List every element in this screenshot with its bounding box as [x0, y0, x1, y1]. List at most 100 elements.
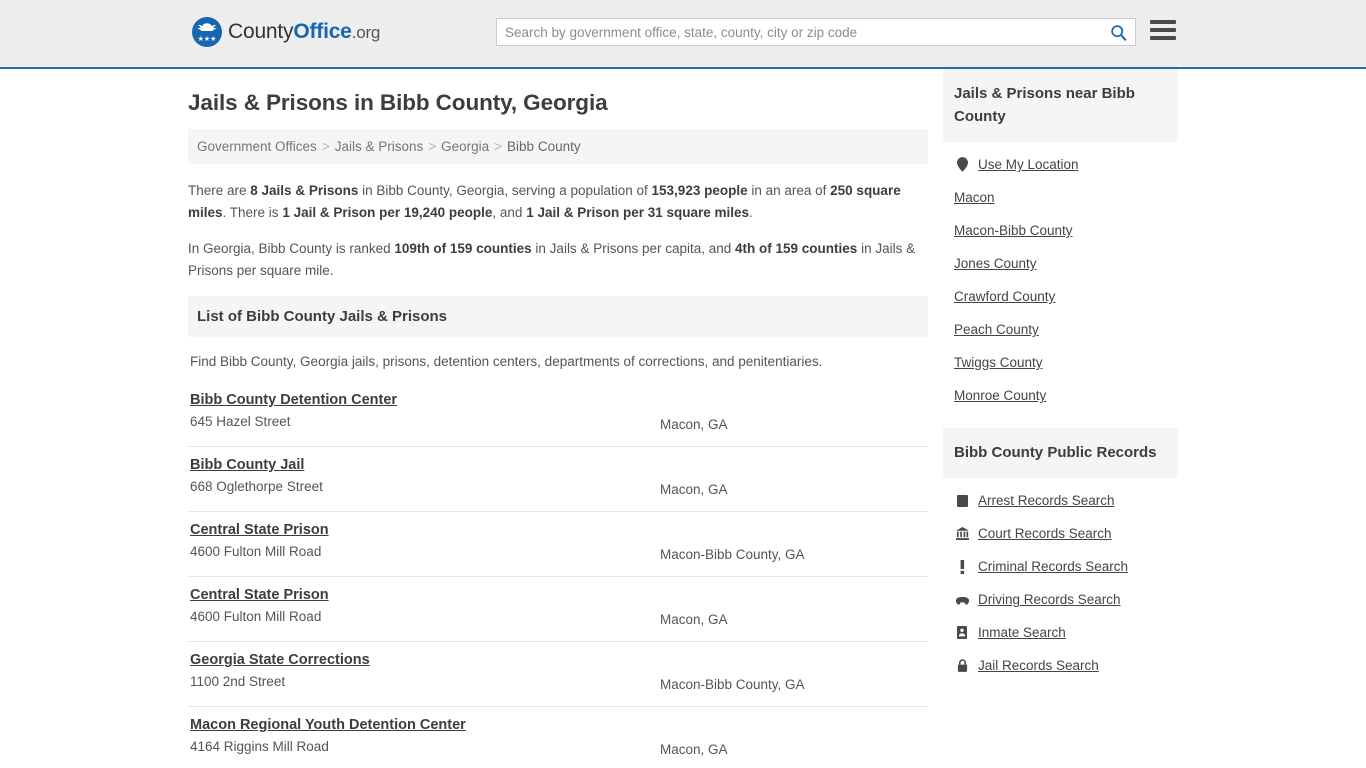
listing-name-link[interactable]: Macon Regional Youth Detention Center	[190, 717, 466, 733]
listing-address: 4600 Fulton Mill Road	[190, 609, 322, 624]
listing-address: 668 Oglethorpe Street	[190, 479, 323, 494]
listing-city: Macon, GA	[660, 612, 728, 627]
stat-count: 8 Jails & Prisons	[250, 183, 359, 198]
intro-text: .	[749, 205, 753, 220]
table-row[interactable]: Bibb County Detention Center 645 Hazel S…	[188, 382, 928, 447]
intro-text: . There is	[222, 205, 283, 220]
sidebar-item-macon[interactable]: Macon	[943, 181, 1178, 214]
stat-rank-per-area: 4th of 159 counties	[735, 241, 858, 256]
main-content: Jails & Prisons in Bibb County, Georgia …	[188, 69, 928, 768]
listing-name-link[interactable]: Georgia State Corrections	[190, 652, 370, 668]
sidebar-item-twiggs-county[interactable]: Twiggs County	[943, 346, 1178, 379]
hamburger-bar-1	[1150, 20, 1176, 24]
listing-info: Central State Prison 4600 Fulton Mill Ro…	[190, 586, 660, 624]
stat-rank-per-capita: 109th of 159 counties	[394, 241, 532, 256]
sidebar-link-label[interactable]: Crawford County	[954, 289, 1055, 304]
sidebar-link-label[interactable]: Monroe County	[954, 388, 1046, 403]
courthouse-icon	[954, 527, 970, 540]
countyoffice-eagle-icon: ★★★	[192, 17, 222, 47]
table-row[interactable]: Central State Prison 4600 Fulton Mill Ro…	[188, 512, 928, 577]
sidebar-records-list: Arrest Records Search Court Records Sear…	[943, 478, 1178, 682]
sidebar-link-label[interactable]: Driving Records Search	[978, 592, 1121, 607]
sidebar-link-label[interactable]: Use My Location	[978, 157, 1079, 172]
breadcrumb: Government Offices > Jails & Prisons > Georg…	[188, 129, 928, 164]
exclamation-icon	[954, 559, 970, 574]
logo-text: CountyOffice.org	[228, 20, 380, 44]
breadcrumb-item-jails-prisons[interactable]: Jails & Prisons	[335, 139, 424, 154]
stat-per-area: 1 Jail & Prison per 31 square miles	[526, 205, 750, 220]
sidebar-item-inmate-search[interactable]: Inmate Search	[943, 616, 1178, 649]
car-icon	[954, 595, 970, 605]
sidebar-link-label[interactable]: Twiggs County	[954, 355, 1043, 370]
intro-statistics: There are 8 Jails & Prisons in Bibb Coun…	[188, 180, 928, 282]
listing-address: 645 Hazel Street	[190, 414, 291, 429]
sidebar-item-criminal-records-search[interactable]: Criminal Records Search	[943, 550, 1178, 583]
listing-city: Macon-Bibb County, GA	[660, 547, 805, 562]
list-section-heading: List of Bibb County Jails & Prisons	[188, 296, 928, 337]
search-input[interactable]	[497, 19, 1101, 45]
sidebar-link-label[interactable]: Macon	[954, 190, 995, 205]
eagle-glyph-icon	[197, 23, 217, 31]
sidebar-link-label[interactable]: Criminal Records Search	[978, 559, 1128, 574]
sidebar-link-label[interactable]: Arrest Records Search	[978, 493, 1115, 508]
search-bar[interactable]	[496, 18, 1136, 46]
listing-name-link[interactable]: Central State Prison	[190, 587, 329, 603]
sidebar-link-label[interactable]: Peach County	[954, 322, 1039, 337]
sidebar-item-monroe-county[interactable]: Monroe County	[943, 379, 1178, 412]
listing-info: Bibb County Detention Center 645 Hazel S…	[190, 391, 660, 429]
site-logo[interactable]: ★★★ CountyOffice.org	[192, 17, 380, 47]
listing-address: 4600 Fulton Mill Road	[190, 544, 322, 559]
sidebar-item-peach-county[interactable]: Peach County	[943, 313, 1178, 346]
sidebar-link-label[interactable]: Jail Records Search	[978, 658, 1099, 673]
sidebar-item-use-my-location[interactable]: Use My Location	[943, 148, 1178, 181]
three-stars-icon: ★★★	[197, 36, 217, 43]
table-row[interactable]: Bibb County Jail 668 Oglethorpe Street M…	[188, 447, 928, 512]
sidebar-item-driving-records-search[interactable]: Driving Records Search	[943, 583, 1178, 616]
sidebar-link-label[interactable]: Inmate Search	[978, 625, 1066, 640]
list-section-subtext: Find Bibb County, Georgia jails, prisons…	[190, 354, 823, 369]
sidebar-item-jones-county[interactable]: Jones County	[943, 247, 1178, 280]
lock-icon	[954, 659, 970, 672]
stat-per-capita: 1 Jail & Prison per 19,240 people	[282, 205, 493, 220]
fingerprint-icon	[954, 494, 970, 507]
listing-city: Macon, GA	[660, 742, 728, 757]
site-header: ★★★ CountyOffice.org	[0, 0, 1366, 69]
sidebar-item-jail-records-search[interactable]: Jail Records Search	[943, 649, 1178, 682]
intro-text: In Georgia, Bibb County is ranked	[188, 241, 395, 256]
breadcrumb-item-bibb-county[interactable]: Bibb County	[507, 139, 581, 154]
intro-text: There are	[188, 183, 251, 198]
id-card-icon	[954, 626, 970, 639]
table-row[interactable]: Central State Prison 4600 Fulton Mill Ro…	[188, 577, 928, 642]
page-body: Jails & Prisons in Bibb County, Georgia …	[0, 69, 1366, 768]
listing-city: Macon, GA	[660, 482, 728, 497]
breadcrumb-item-georgia[interactable]: Georgia	[441, 139, 489, 154]
sidebar-link-label[interactable]: Jones County	[954, 256, 1037, 271]
intro-text: , and	[492, 205, 527, 220]
sidebar-item-arrest-records-search[interactable]: Arrest Records Search	[943, 484, 1178, 517]
hamburger-bar-2	[1150, 28, 1176, 32]
sidebar-item-court-records-search[interactable]: Court Records Search	[943, 517, 1178, 550]
table-row[interactable]: Georgia State Corrections 1100 2nd Stree…	[188, 642, 928, 707]
intro-text: in Bibb County, Georgia, serving a popul…	[358, 183, 652, 198]
listing-name-link[interactable]: Bibb County Jail	[190, 457, 304, 473]
listing-name-link[interactable]: Central State Prison	[190, 522, 329, 538]
logo-text-org: .org	[351, 23, 381, 42]
intro-text: in an area of	[747, 183, 831, 198]
sidebar-records-heading: Bibb County Public Records	[943, 428, 1178, 478]
search-button[interactable]	[1101, 19, 1135, 45]
sidebar-link-label[interactable]: Macon-Bibb County	[954, 223, 1073, 238]
stat-population: 153,923 people	[651, 183, 748, 198]
sidebar-link-label[interactable]: Court Records Search	[978, 526, 1112, 541]
table-row[interactable]: Macon Regional Youth Detention Center 41…	[188, 707, 928, 768]
menu-button[interactable]	[1150, 19, 1176, 41]
intro-paragraph-1: There are 8 Jails & Prisons in Bibb Coun…	[188, 180, 928, 224]
listing-info: Macon Regional Youth Detention Center 41…	[190, 716, 660, 754]
sidebar-item-crawford-county[interactable]: Crawford County	[943, 280, 1178, 313]
breadcrumb-item-government-offices[interactable]: Government Offices	[197, 139, 317, 154]
logo-text-office: Office	[293, 20, 352, 43]
page-title: Jails & Prisons in Bibb County, Georgia	[188, 90, 608, 115]
sidebar-item-macon-bibb-county[interactable]: Macon-Bibb County	[943, 214, 1178, 247]
listing-name-link[interactable]: Bibb County Detention Center	[190, 392, 397, 408]
listing-address: 1100 2nd Street	[190, 674, 286, 689]
sidebar-nearby-heading: Jails & Prisons near Bibb County	[943, 69, 1178, 142]
